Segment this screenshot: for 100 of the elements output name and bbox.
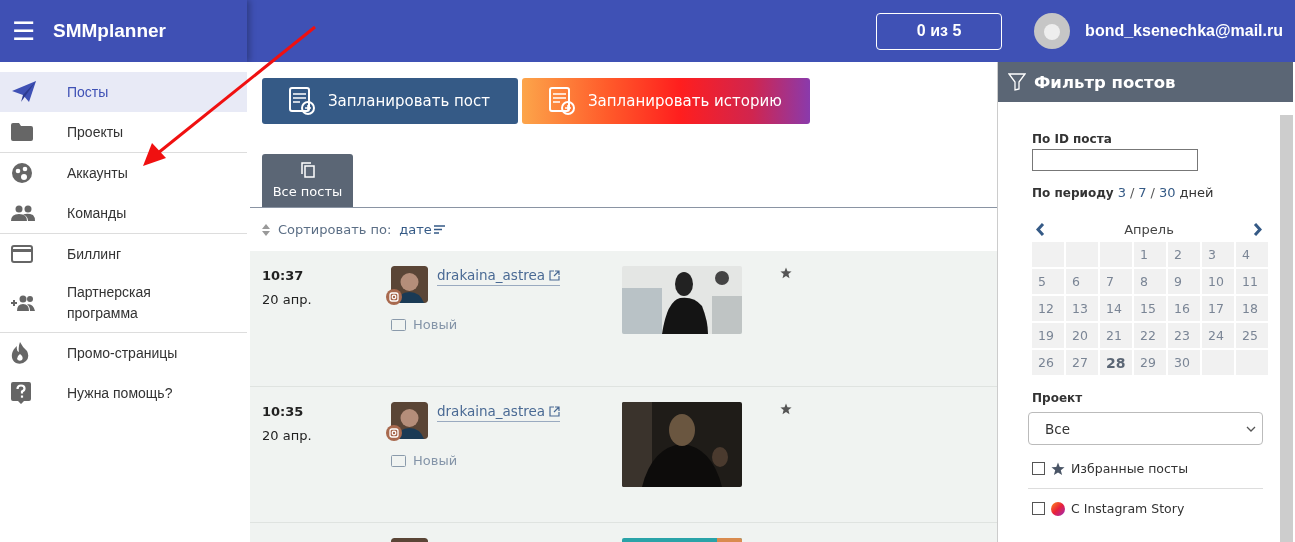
sort-order-icon xyxy=(433,225,445,234)
calendar-day[interactable]: 17 xyxy=(1202,296,1234,321)
add-document-icon xyxy=(548,87,576,115)
calendar-day[interactable]: 10 xyxy=(1202,269,1234,294)
accounts-icon xyxy=(11,162,33,184)
field-label: Проект xyxy=(1032,391,1084,405)
calendar-month: Апрель xyxy=(1124,222,1174,237)
calendar-day[interactable]: 30 xyxy=(1168,350,1200,375)
previous-month-icon[interactable] xyxy=(1036,223,1045,236)
next-month-icon[interactable] xyxy=(1253,223,1262,236)
sidebar-item[interactable]: Партнерская программа xyxy=(0,274,247,332)
calendar-day[interactable]: 27 xyxy=(1066,350,1098,375)
sidebar-item[interactable]: Промо-страницы xyxy=(0,333,247,373)
app-logo[interactable]: SMMplanner xyxy=(53,20,166,42)
calendar-day[interactable]: 3 xyxy=(1202,242,1234,267)
post-time: 10:37 xyxy=(262,268,305,283)
favorite-star-icon[interactable] xyxy=(780,267,792,279)
external-link-icon xyxy=(549,269,560,281)
account-link[interactable]: drakaina_astrea xyxy=(437,403,560,422)
card-icon xyxy=(11,245,33,263)
calendar-day[interactable]: 14 xyxy=(1100,296,1132,321)
calendar-day[interactable]: 21 xyxy=(1100,323,1132,348)
posts-tab[interactable]: Все посты xyxy=(262,154,353,207)
sidebar-item[interactable]: Аккаунты xyxy=(0,153,247,193)
post-status: Новый xyxy=(413,453,458,468)
schedule-button[interactable]: Запланировать историю xyxy=(522,78,810,124)
sidebar-item[interactable]: Нужна помощь? xyxy=(0,373,247,413)
period-label: По периоду xyxy=(1032,186,1114,200)
post-counter[interactable]: 0 из 5 xyxy=(876,12,1003,50)
account-link[interactable]: drakaina_astrea xyxy=(437,267,560,286)
user-email[interactable]: bond_ksenechka@mail.ru xyxy=(1085,22,1283,40)
menu-icon[interactable]: ☰ xyxy=(12,18,35,44)
project-select[interactable]: Все xyxy=(1028,412,1263,445)
post-status: Новый xyxy=(413,317,458,332)
sort-label: Сортировать по: xyxy=(278,222,392,237)
folder-icon xyxy=(11,123,33,141)
period-link[interactable]: 7 xyxy=(1138,185,1147,200)
post-id-field[interactable] xyxy=(1032,149,1198,171)
post-date: 20 апр. xyxy=(262,428,312,443)
sidebar-item[interactable]: Посты xyxy=(0,72,247,112)
calendar-day[interactable]: 2 xyxy=(1168,242,1200,267)
calendar-day[interactable]: 13 xyxy=(1066,296,1098,321)
calendar-day[interactable]: 6 xyxy=(1066,269,1098,294)
scrollbar[interactable] xyxy=(1280,115,1293,542)
post-time: 10:35 xyxy=(262,404,305,419)
calendar-day[interactable]: 7 xyxy=(1100,269,1132,294)
send-icon xyxy=(11,80,37,104)
calendar-day[interactable]: 5 xyxy=(1032,269,1064,294)
instagram-icon xyxy=(386,289,402,305)
sidebar-item[interactable]: Команды xyxy=(0,193,247,233)
calendar-day[interactable]: 11 xyxy=(1236,269,1268,294)
calendar-day[interactable]: 12 xyxy=(1032,296,1064,321)
calendar-day[interactable]: 28 xyxy=(1100,350,1132,375)
sidebar-item[interactable]: Биллинг xyxy=(0,234,247,274)
calendar-day[interactable]: 23 xyxy=(1168,323,1200,348)
option-label: С Instagram Story xyxy=(1071,501,1185,516)
add-document-icon xyxy=(288,87,316,115)
external-link-icon xyxy=(549,405,560,417)
calendar-day[interactable]: 25 xyxy=(1236,323,1268,348)
checkbox[interactable] xyxy=(1032,462,1045,475)
chevron-down-icon xyxy=(1246,425,1256,432)
favorite-star-icon[interactable] xyxy=(780,403,792,415)
sort-option[interactable]: дате xyxy=(399,222,445,237)
slash-separator: / xyxy=(1150,185,1155,200)
avatar-icon[interactable] xyxy=(1034,13,1071,49)
calendar-day[interactable]: 1 xyxy=(1134,242,1166,267)
schedule-button[interactable]: Запланировать пост xyxy=(262,78,518,124)
sidebar-item[interactable]: Проекты xyxy=(0,112,247,152)
story-icon xyxy=(1051,501,1065,516)
calendar-day[interactable]: 15 xyxy=(1134,296,1166,321)
option-label: Избранные посты xyxy=(1071,461,1189,476)
help-icon xyxy=(11,382,31,404)
period-link[interactable]: 3 xyxy=(1117,185,1126,200)
slash-separator: / xyxy=(1129,185,1135,200)
filter-icon xyxy=(1008,73,1026,91)
status-icon xyxy=(391,454,406,467)
calendar-day[interactable]: 20 xyxy=(1066,323,1098,348)
calendar-day[interactable]: 9 xyxy=(1168,269,1200,294)
status-icon xyxy=(391,318,406,331)
calendar-day[interactable]: 4 xyxy=(1236,242,1268,267)
calendar-day[interactable]: 8 xyxy=(1134,269,1166,294)
checkbox[interactable] xyxy=(1032,502,1045,515)
instagram-icon xyxy=(386,425,402,441)
fire-icon xyxy=(11,342,29,364)
calendar-day[interactable]: 19 xyxy=(1032,323,1064,348)
sort-icon[interactable] xyxy=(262,223,270,236)
calendar-day[interactable]: 16 xyxy=(1168,296,1200,321)
panel-title: Фильтр постов xyxy=(1034,72,1176,92)
calendar-day[interactable]: 18 xyxy=(1236,296,1268,321)
period-link[interactable]: 30 xyxy=(1159,185,1176,200)
copy-icon xyxy=(300,162,315,178)
calendar-day[interactable]: 24 xyxy=(1202,323,1234,348)
period-unit: дней xyxy=(1179,185,1214,200)
calendar-day[interactable]: 22 xyxy=(1134,323,1166,348)
calendar-day[interactable]: 26 xyxy=(1032,350,1064,375)
calendar-day[interactable]: 29 xyxy=(1134,350,1166,375)
star-icon xyxy=(1051,461,1065,476)
add-people-icon xyxy=(11,295,35,311)
team-icon xyxy=(11,205,35,221)
field-label: По ID поста xyxy=(1032,132,1113,146)
